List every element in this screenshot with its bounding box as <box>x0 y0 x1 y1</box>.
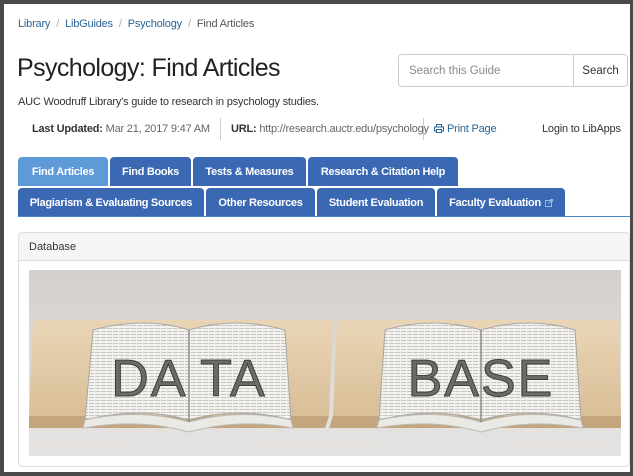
tab-faculty-evaluation-label: Faculty Evaluation <box>449 196 541 209</box>
login-libapps-link[interactable]: Login to LibApps <box>542 123 621 135</box>
meta-divider <box>220 118 221 140</box>
guide-description: AUC Woodruff Library's guide to research… <box>18 96 319 108</box>
tab-research-citation-help[interactable]: Research & Citation Help <box>308 157 458 186</box>
tab-plagiarism-evaluating[interactable]: Plagiarism & Evaluating Sources <box>18 188 204 217</box>
breadcrumb-separator: / <box>187 18 191 30</box>
tab-underline <box>18 216 630 217</box>
breadcrumb-library[interactable]: Library <box>18 18 50 30</box>
breadcrumb-current: Find Articles <box>196 18 255 30</box>
tab-tests-measures[interactable]: Tests & Measures <box>193 157 306 186</box>
database-panel: Database DA TA BASE <box>18 232 630 467</box>
last-updated-label: Last Updated: <box>32 123 103 135</box>
external-link-icon <box>544 198 553 207</box>
image-text-right: BASE <box>408 350 555 408</box>
last-updated: Last Updated: Mar 21, 2017 9:47 AM <box>32 123 210 135</box>
panel-heading: Database <box>19 233 629 261</box>
guide-url: URL: http://research.auctr.edu/psycholog… <box>231 123 429 135</box>
tab-other-resources[interactable]: Other Resources <box>206 188 315 217</box>
breadcrumb: Library / LibGuides / Psychology / Find Articl… <box>18 18 254 30</box>
page-frame: Library / LibGuides / Psychology / Find Articl… <box>4 4 630 472</box>
search-input[interactable] <box>398 54 574 87</box>
tab-find-articles[interactable]: Find Articles <box>18 157 108 186</box>
meta-divider <box>423 118 424 140</box>
breadcrumb-separator: / <box>56 18 60 30</box>
tab-faculty-evaluation[interactable]: Faculty Evaluation <box>437 188 565 217</box>
print-page-label: Print Page <box>447 123 497 135</box>
image-text-left: DA TA <box>111 350 266 408</box>
print-icon <box>434 124 444 133</box>
guide-meta-row: Last Updated: Mar 21, 2017 9:47 AM URL: … <box>18 118 624 142</box>
tab-find-books[interactable]: Find Books <box>110 157 191 186</box>
tab-student-evaluation[interactable]: Student Evaluation <box>317 188 435 217</box>
database-books-image: DA TA BASE <box>29 270 621 456</box>
breadcrumb-libguides[interactable]: LibGuides <box>65 18 113 30</box>
breadcrumb-separator: / <box>118 18 122 30</box>
last-updated-value: Mar 21, 2017 9:47 AM <box>105 123 210 135</box>
url-label: URL: <box>231 123 257 135</box>
breadcrumb-psychology[interactable]: Psychology <box>128 18 182 30</box>
print-page-link[interactable]: Print Page <box>434 123 497 135</box>
page-title: Psychology: Find Articles <box>17 54 281 82</box>
search-button[interactable]: Search <box>573 54 628 87</box>
url-value: http://research.auctr.edu/psychology <box>259 123 429 135</box>
